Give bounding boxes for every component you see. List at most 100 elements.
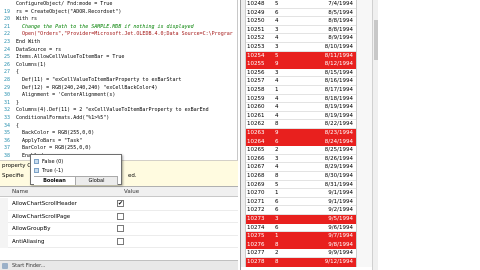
date-cell[interactable]: 9/5/1994	[308, 215, 356, 224]
employee-cell[interactable]: 8	[272, 172, 308, 181]
order-id-cell[interactable]: 10254	[246, 51, 272, 61]
employee-cell[interactable]: 4	[272, 77, 308, 86]
property-checkbox[interactable]	[117, 212, 124, 220]
date-cell[interactable]: 8/16/1994	[308, 77, 356, 86]
order-id-cell[interactable]: 10268	[246, 172, 272, 181]
date-cell[interactable]: 8/8/1994	[308, 26, 356, 35]
order-id-cell[interactable]: 10275	[246, 232, 272, 241]
date-cell[interactable]: 9/1/1994	[308, 189, 356, 198]
option-false[interactable]: False (0)	[33, 157, 119, 166]
employee-cell[interactable]: 5	[272, 51, 308, 61]
employee-cell[interactable]: 3	[272, 43, 308, 52]
code-line[interactable]: 23 End With	[0, 39, 237, 47]
order-id-cell[interactable]: 10273	[246, 215, 272, 224]
employee-cell[interactable]: 2	[272, 146, 308, 155]
order-id-cell[interactable]: 10263	[246, 129, 272, 138]
code-line[interactable]: 21 Change the Path to the SAMPLE.MDB if …	[0, 24, 237, 32]
code-line[interactable]: 20 With rs	[0, 16, 237, 24]
order-id-cell[interactable]: 10278	[246, 258, 272, 267]
property-grid[interactable]: Name Value AllowChartScrollHeader ✔ AllowC…	[0, 186, 238, 260]
employee-cell[interactable]: 4	[272, 17, 308, 26]
employee-cell[interactable]: 4	[272, 95, 308, 104]
code-line[interactable]: 25 Items.AllowCellValueToItemBar = True	[0, 54, 237, 62]
date-cell[interactable]: 8/23/1994	[308, 129, 356, 138]
date-cell[interactable]: 9/7/1994	[308, 232, 356, 241]
code-editor[interactable]: ConfigureObject/ Fnd:mode = True 19 rs = C…	[0, 0, 238, 160]
property-checkbox[interactable]: ✔	[117, 200, 124, 207]
employee-cell[interactable]: 3	[272, 26, 308, 35]
employee-cell[interactable]: 9	[272, 60, 308, 69]
code-line[interactable]: ConfigureObject/ Fnd:mode = True	[0, 1, 237, 9]
date-cell[interactable]: 7/4/1994	[308, 0, 356, 9]
employee-cell[interactable]: 1	[272, 86, 308, 95]
date-cell[interactable]: 8/5/1994	[308, 9, 356, 18]
date-cell[interactable]: 8/19/1994	[308, 103, 356, 112]
order-id-cell[interactable]: 10265	[246, 146, 272, 155]
code-line[interactable]: 31}	[0, 100, 237, 108]
name-column-header[interactable]: Name	[12, 189, 28, 195]
employee-cell[interactable]: 8	[272, 240, 308, 250]
employee-cell[interactable]: 5	[272, 181, 308, 190]
employee-cell[interactable]: 6	[272, 9, 308, 18]
tab-boolean[interactable]: Boolean	[34, 177, 76, 185]
date-cell[interactable]: 8/10/1994	[308, 43, 356, 52]
order-id-cell[interactable]: 10248	[246, 0, 272, 9]
employee-cell[interactable]: 6	[272, 137, 308, 147]
date-cell[interactable]: 9/8/1994	[308, 240, 356, 250]
employee-cell[interactable]: 6	[272, 206, 308, 215]
order-id-cell[interactable]: 10257	[246, 77, 272, 86]
boolean-value-popup[interactable]: False (0) True (-1) Boolean Global	[30, 154, 122, 185]
employee-cell[interactable]: 4	[272, 163, 308, 172]
code-line[interactable]: 35 BackColor = RGB(255,0,0)	[0, 130, 237, 138]
date-cell[interactable]: 9/9/1994	[308, 249, 356, 258]
employee-cell[interactable]: 6	[272, 198, 308, 207]
employee-cell[interactable]: 4	[272, 112, 308, 121]
value-column-header[interactable]: Value	[124, 189, 139, 195]
date-cell[interactable]: 8/11/1994	[308, 51, 356, 61]
option-true[interactable]: True (-1)	[33, 166, 119, 175]
date-cell[interactable]: 8/31/1994	[308, 181, 356, 190]
property-checkbox[interactable]	[117, 225, 124, 232]
employee-cell[interactable]: 8	[272, 258, 308, 267]
date-cell[interactable]: 9/6/1994	[308, 224, 356, 233]
order-id-cell[interactable]: 10252	[246, 34, 272, 43]
order-id-cell[interactable]: 10277	[246, 249, 272, 258]
order-id-cell[interactable]: 10266	[246, 155, 272, 164]
date-cell[interactable]: 9/2/1994	[308, 206, 356, 215]
property-checkbox[interactable]	[117, 237, 124, 245]
property-row[interactable]: AllowChartScrollHeader ✔	[0, 198, 238, 211]
date-cell[interactable]: 8/25/1994	[308, 146, 356, 155]
date-cell[interactable]: 8/8/1994	[308, 17, 356, 26]
employee-cell[interactable]: 3	[272, 215, 308, 224]
employee-cell[interactable]: 4	[272, 103, 308, 112]
code-line[interactable]: 37 BarColor = RGB(255,0,0)	[0, 145, 237, 153]
order-id-cell[interactable]: 10271	[246, 198, 272, 207]
tab-global[interactable]: Global	[76, 177, 118, 185]
order-id-cell[interactable]: 10255	[246, 60, 272, 69]
order-id-cell[interactable]: 10269	[246, 181, 272, 190]
code-line[interactable]: 33 ConditionalFormats.Add("%1>%5")	[0, 115, 237, 123]
date-cell[interactable]: 9/1/1994	[308, 198, 356, 207]
employee-cell[interactable]: 5	[272, 0, 308, 9]
employee-cell[interactable]: 8	[272, 120, 308, 129]
date-cell[interactable]: 8/9/1994	[308, 34, 356, 43]
employee-cell[interactable]: 3	[272, 69, 308, 78]
employee-cell[interactable]: 9	[272, 129, 308, 138]
code-line[interactable]: 24 DataSource = rs	[0, 47, 237, 55]
code-line[interactable]: 32 Columns(4).Def(11) = 2 "exCellValueToI…	[0, 107, 237, 115]
date-cell[interactable]: 8/19/1994	[308, 112, 356, 121]
employee-cell[interactable]: 1	[272, 189, 308, 198]
employee-cell[interactable]: 4	[272, 34, 308, 43]
order-id-cell[interactable]: 10276	[246, 240, 272, 250]
code-line[interactable]: 30 Alignment = 'CenterAlignment(s)	[0, 92, 237, 100]
employee-cell[interactable]: 1	[272, 232, 308, 241]
code-line[interactable]: 26 Columns(1)	[0, 62, 237, 70]
date-cell[interactable]: 8/17/1994	[308, 86, 356, 95]
code-line[interactable]: 29 Def(12) = RGB(240,240,240) "exCellBac…	[0, 85, 237, 93]
code-line[interactable]: 22 Open("Orders","Provider=Microsoft.Jet…	[0, 31, 237, 39]
property-row[interactable]: AllowGroupBy	[0, 223, 238, 236]
order-id-cell[interactable]: 10264	[246, 137, 272, 147]
order-id-cell[interactable]: 10249	[246, 9, 272, 18]
order-id-cell[interactable]: 10267	[246, 163, 272, 172]
order-id-cell[interactable]: 10251	[246, 26, 272, 35]
